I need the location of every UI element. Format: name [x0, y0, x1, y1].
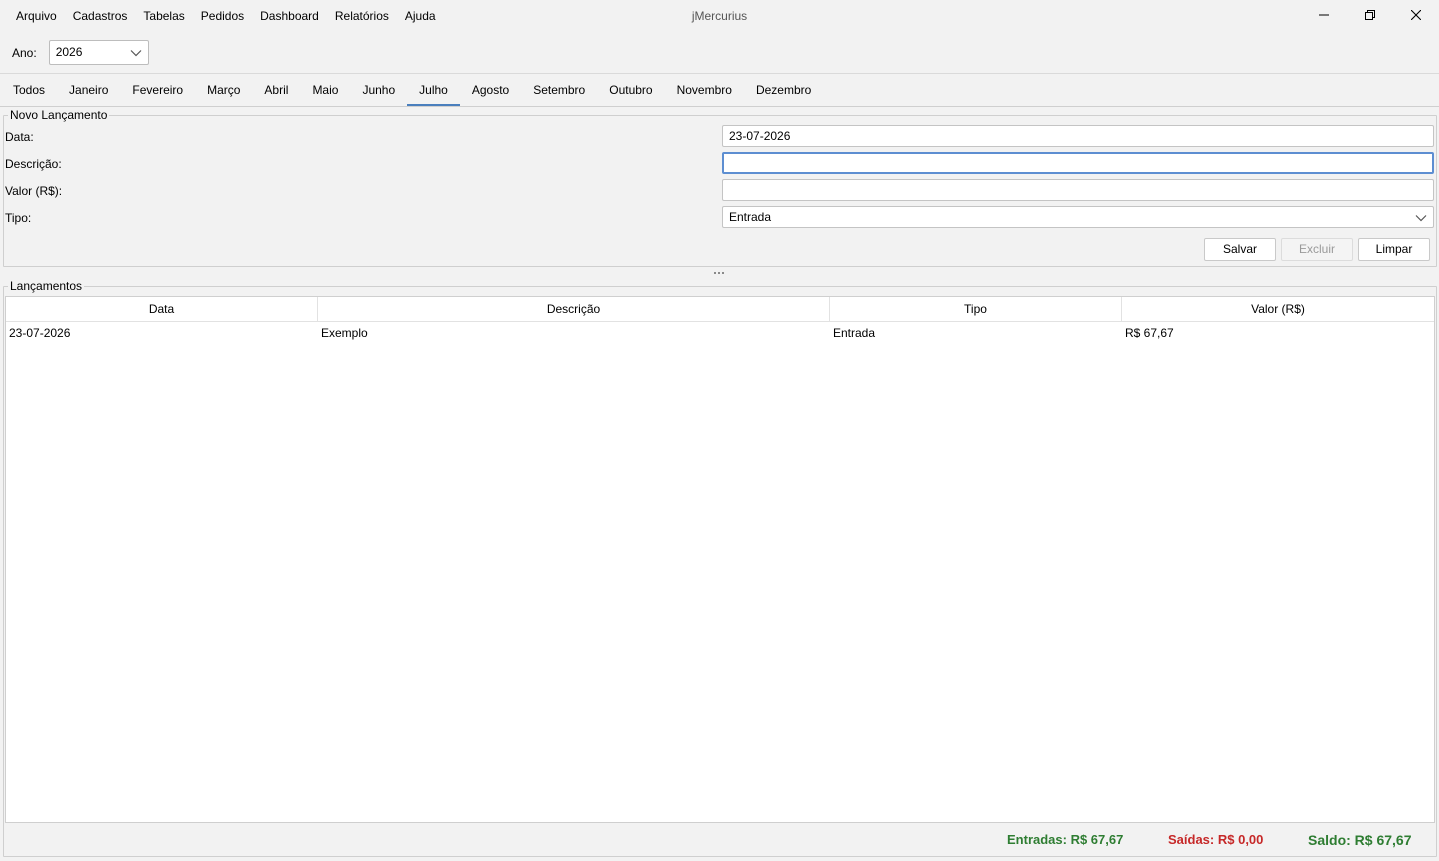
entries-table: Data Descrição Tipo Valor (R$) 23-07-202… [5, 296, 1435, 823]
year-row: Ano: 2026 [12, 40, 149, 65]
date-label: Data: [5, 130, 34, 144]
column-header-date[interactable]: Data [6, 297, 318, 321]
delete-button[interactable]: Excluir [1281, 238, 1353, 261]
total-income: Entradas: R$ 67,67 [1007, 832, 1124, 847]
type-value: Entrada [729, 210, 772, 224]
tab-marco[interactable]: Março [195, 74, 252, 107]
entries-title: Lançamentos [8, 279, 85, 293]
column-header-description[interactable]: Descrição [318, 297, 830, 321]
tab-agosto[interactable]: Agosto [460, 74, 521, 107]
column-header-type[interactable]: Tipo [830, 297, 1122, 321]
date-value: 23-07-2026 [729, 129, 791, 143]
restore-button[interactable] [1347, 0, 1393, 30]
cell-type: Entrada [833, 326, 876, 340]
chevron-down-icon [1415, 215, 1427, 222]
tab-fevereiro[interactable]: Fevereiro [120, 74, 195, 107]
tab-novembro[interactable]: Novembro [665, 74, 744, 107]
balance: Saldo: R$ 67,67 [1308, 832, 1412, 848]
year-value: 2026 [55, 45, 83, 59]
year-select[interactable]: 2026 [48, 40, 149, 65]
tab-todos[interactable]: Todos [1, 74, 57, 107]
date-field[interactable]: 23-07-2026 [722, 125, 1434, 147]
cell-date: 23-07-2026 [9, 326, 71, 340]
restore-icon [1365, 10, 1375, 20]
tab-outubro[interactable]: Outubro [597, 74, 664, 107]
cell-description: Exemplo [321, 326, 368, 340]
new-entry-title: Novo Lançamento [8, 108, 110, 122]
description-label: Descrição: [5, 157, 62, 171]
tabs-divider [0, 106, 1439, 107]
window-controls [1301, 0, 1439, 30]
tab-maio[interactable]: Maio [300, 74, 350, 107]
minimize-icon [1319, 14, 1329, 16]
year-label: Ano: [12, 45, 37, 60]
type-select[interactable]: Entrada [722, 206, 1434, 228]
tab-janeiro[interactable]: Janeiro [57, 74, 120, 107]
title-bar: Arquivo Cadastros Tabelas Pedidos Dashbo… [0, 0, 1439, 32]
handle-dot [722, 272, 724, 274]
description-field[interactable] [722, 152, 1434, 174]
minimize-button[interactable] [1301, 0, 1347, 30]
table-header: Data Descrição Tipo Valor (R$) [6, 297, 1434, 322]
clear-button[interactable]: Limpar [1358, 238, 1430, 261]
handle-dot [718, 272, 720, 274]
table-row[interactable]: 23-07-2026 Exemplo Entrada R$ 67,67 [6, 322, 1434, 344]
split-handle[interactable] [714, 272, 724, 274]
handle-dot [714, 272, 716, 274]
amount-label: Valor (R$): [5, 184, 63, 198]
save-button[interactable]: Salvar [1204, 238, 1276, 261]
close-icon [1411, 10, 1421, 20]
tab-setembro[interactable]: Setembro [521, 74, 597, 107]
type-label: Tipo: [5, 211, 32, 225]
amount-field[interactable] [722, 179, 1434, 201]
tab-julho[interactable]: Julho [407, 74, 460, 107]
tab-abril[interactable]: Abril [252, 74, 300, 107]
tab-junho[interactable]: Junho [350, 74, 407, 107]
window-title: jMercurius [691, 9, 748, 23]
tab-dezembro[interactable]: Dezembro [744, 74, 823, 107]
total-expenses: Saídas: R$ 0,00 [1168, 832, 1264, 847]
column-header-amount[interactable]: Valor (R$) [1122, 297, 1434, 321]
cell-amount: R$ 67,67 [1125, 326, 1174, 340]
close-button[interactable] [1393, 0, 1439, 30]
month-tabs: Todos Janeiro Fevereiro Março Abril Maio… [1, 74, 823, 107]
chevron-down-icon [130, 50, 142, 57]
